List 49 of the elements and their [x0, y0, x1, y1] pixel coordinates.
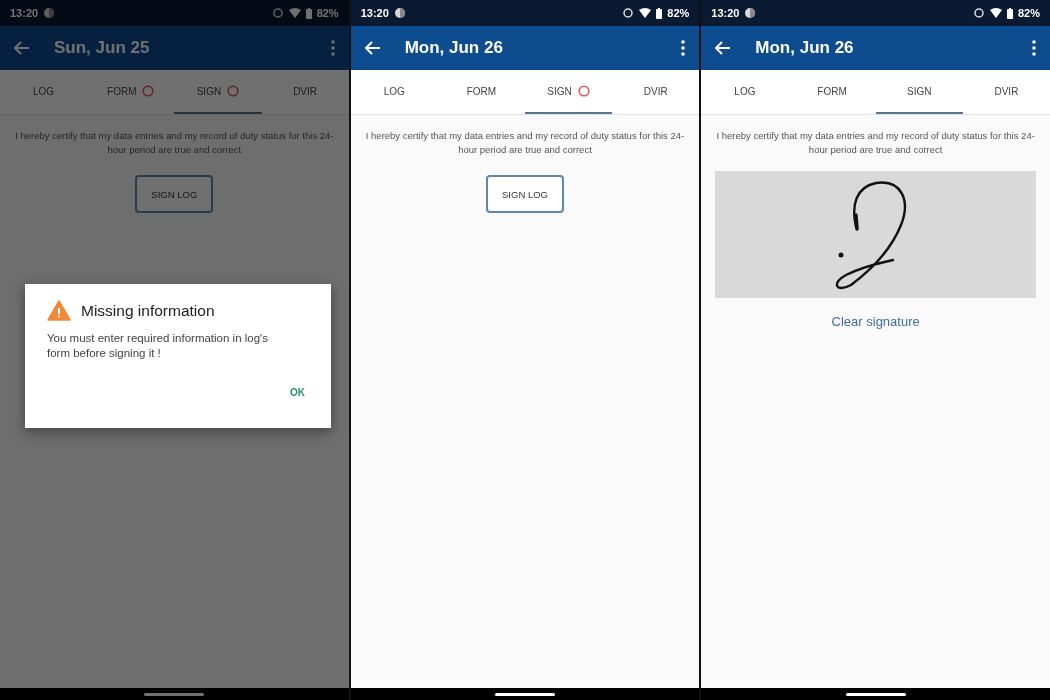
tab[interactable]: FORM	[437, 70, 525, 114]
more-menu-icon[interactable]	[1032, 40, 1036, 56]
battery-percent: 82%	[667, 7, 690, 19]
sign-log-button[interactable]: SIGN LOG	[135, 175, 214, 213]
alert-icon	[227, 85, 240, 97]
clear-signature-link[interactable]: Clear signature	[831, 314, 920, 329]
wifi-icon	[288, 7, 301, 19]
data-saver-icon	[271, 7, 284, 19]
tab[interactable]: FORM	[788, 70, 876, 114]
data-saver-icon	[622, 7, 635, 19]
data-saver-icon	[972, 7, 985, 19]
warning-icon	[47, 300, 71, 321]
alert-icon	[577, 85, 590, 97]
back-arrow-icon[interactable]	[715, 41, 732, 55]
app-bar-title: Mon, Jun 26	[404, 38, 503, 58]
status-time: 13:20	[711, 7, 740, 19]
battery-icon	[305, 7, 312, 19]
back-arrow-icon[interactable]	[364, 41, 381, 55]
dialog-message: You must enter required information in log's form before signing it !	[47, 331, 270, 361]
tab[interactable]: SIGN	[174, 70, 262, 114]
dialog-title: Missing information	[81, 301, 215, 320]
notification-icon	[393, 7, 406, 19]
app-bar-title: Mon, Jun 26	[755, 38, 854, 58]
certification-text: I hereby certify that my data entries and my record of duty status for this 24-hour period are true and correct	[364, 129, 686, 157]
home-indicator[interactable]	[495, 692, 555, 696]
more-menu-icon[interactable]	[681, 40, 686, 56]
wifi-icon	[989, 7, 1002, 19]
tab[interactable]: SIGN	[875, 70, 963, 114]
wifi-icon	[639, 7, 652, 19]
tab[interactable]: LOG	[701, 70, 789, 114]
ok-button[interactable]: OK	[284, 383, 311, 402]
battery-icon	[1006, 7, 1013, 19]
certification-text: I hereby certify that my data entries and my record of duty status for this 24-hour period are true and correct	[715, 129, 1036, 157]
tab[interactable]: DVIR	[612, 70, 700, 114]
notification-icon	[43, 7, 56, 19]
certification-text: I hereby certify that my data entries and my record of duty status for this 24-hour period are true and correct	[14, 129, 335, 157]
tab[interactable]: SIGN	[525, 70, 613, 114]
notification-icon	[744, 7, 757, 19]
status-time: 13:20	[10, 7, 39, 19]
battery-icon	[656, 7, 663, 19]
home-indicator[interactable]	[845, 692, 906, 696]
sign-log-button[interactable]: SIGN LOG	[486, 175, 564, 213]
battery-percent: 82%	[316, 7, 339, 19]
status-time: 13:20	[360, 7, 389, 19]
alert-icon	[142, 85, 155, 97]
tab[interactable]: LOG	[350, 70, 438, 114]
tab[interactable]: DVIR	[962, 70, 1050, 114]
battery-percent: 82%	[1017, 7, 1040, 19]
app-bar-title: Sun, Jun 25	[54, 38, 150, 58]
